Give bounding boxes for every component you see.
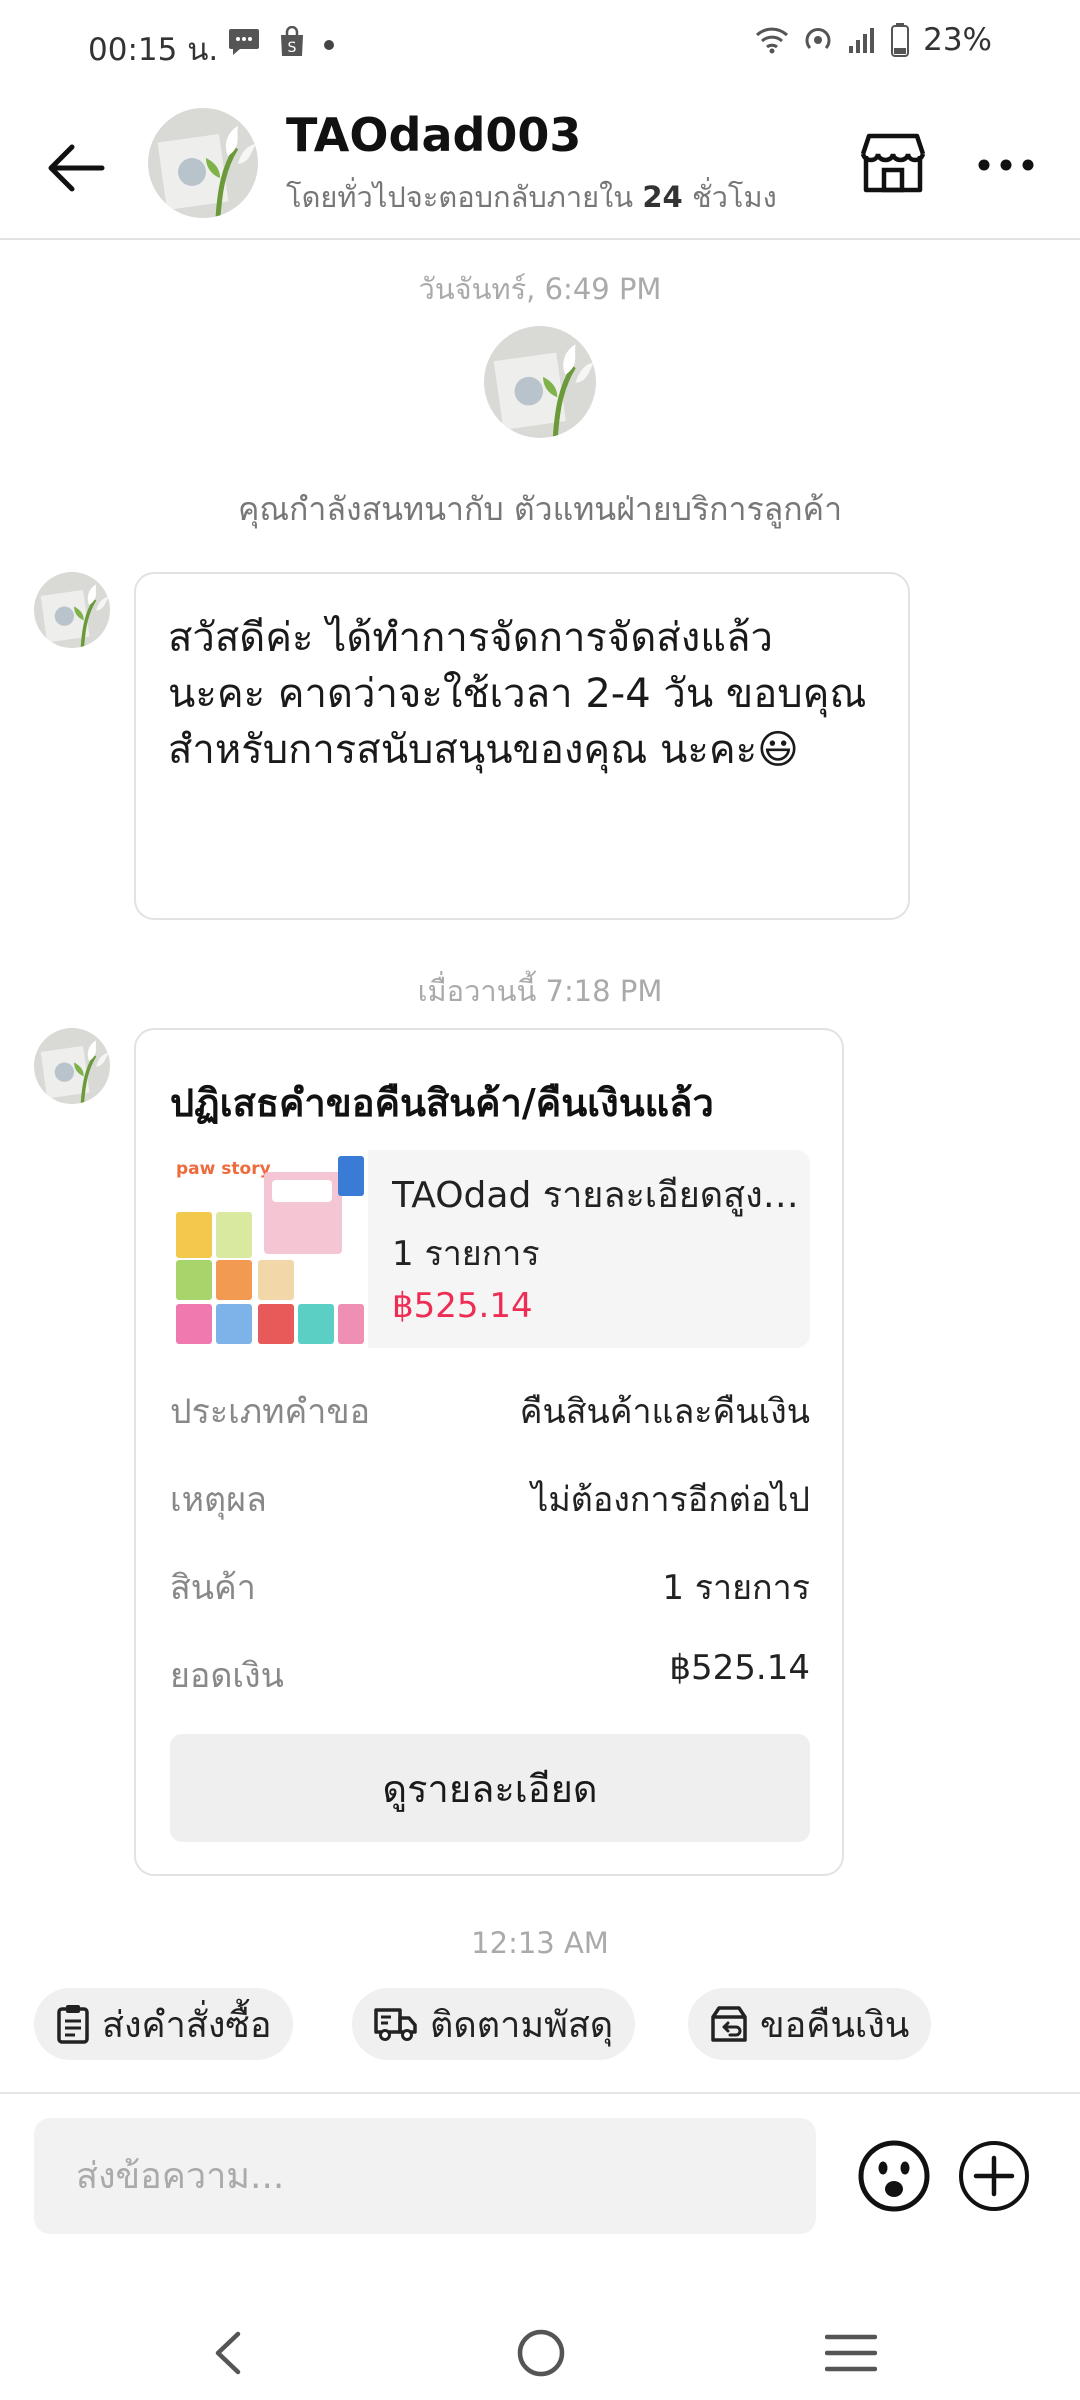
arrow-left-icon (48, 144, 105, 192)
nav-home-button[interactable] (496, 2318, 586, 2388)
avatar-photo (34, 1028, 110, 1104)
plus-icon (959, 2141, 1029, 2211)
row-label: ยอดเงิน (170, 1656, 284, 1696)
row-label: ประเภทคำขอ (170, 1392, 371, 1432)
battery-icon (891, 23, 910, 57)
system-nav-bar (0, 2300, 1080, 2400)
signal-icon (849, 28, 875, 53)
store-button[interactable] (858, 128, 928, 198)
row-label: เหตุผล (170, 1480, 267, 1520)
reply-time-prefix: โดยทั่วไปจะตอบกลับภายใน (286, 180, 634, 214)
message-notification-icon (229, 29, 259, 55)
product-price: ฿525.14 (392, 1286, 533, 1326)
truck-icon (374, 2008, 417, 2041)
chip-label: ติดตามพัสดุ (430, 2004, 614, 2046)
message-bubble[interactable]: สวัสดีค่ะ ได้ทำการจัดการจัดส่งแล้ว นะคะ … (134, 572, 910, 920)
avatar-photo (484, 326, 596, 438)
chevron-left-icon (215, 2331, 241, 2375)
shop-avatar[interactable] (148, 108, 258, 218)
status-right: 23% (755, 22, 992, 58)
view-details-button[interactable]: ดูรายละเอียด (170, 1734, 810, 1842)
battery-percent: 23% (923, 22, 992, 58)
store-icon (860, 133, 926, 193)
track-parcel-chip[interactable]: ติดตามพัสดุ (352, 1988, 636, 2060)
home-circle-icon (517, 2329, 565, 2377)
clipboard-icon (57, 2005, 89, 2044)
back-button[interactable] (36, 128, 116, 208)
sender-avatar[interactable] (34, 1028, 110, 1104)
message-timestamp: 12:13 AM (471, 1926, 609, 1960)
row-value: ไม่ต้องการอีกต่อไป (531, 1480, 810, 1520)
status-time: 00:15 น. (88, 32, 219, 68)
chat-header: TAOdad003 โดยทั่วไปจะตอบกลับภายใน 24 ชั่… (0, 90, 1080, 240)
more-notifications-dot (324, 40, 334, 50)
row-value: คืนสินค้าและคืนเงิน (519, 1392, 810, 1432)
amount-row: ยอดเงิน ฿525.14 (170, 1648, 810, 1698)
hotspot-icon (805, 28, 831, 50)
product-brand-text: paw story (176, 1159, 271, 1179)
nav-back-button[interactable] (182, 2318, 272, 2388)
reason-row: เหตุผล ไม่ต้องการอีกต่อไป (170, 1472, 810, 1522)
reply-time-suffix: ชั่วโมง (691, 180, 777, 214)
refund-rejected-card: ปฏิเสธคำขอคืนสินค้า/คืนเงินแล้ว paw stor… (134, 1028, 844, 1876)
wifi-icon (756, 27, 789, 54)
emoji-button[interactable] (856, 2138, 932, 2214)
product-summary[interactable]: paw story TAOdad รายละเอียดสูง ... 1 ราย… (170, 1150, 810, 1348)
status-bar: 00:15 น. S 23% (0, 0, 1080, 90)
row-value: 1 รายการ (662, 1568, 810, 1608)
shopping-bag-notification-icon: S (281, 26, 303, 56)
product-name: TAOdad รายละเอียดสูง ... (392, 1175, 802, 1216)
items-row: สินค้า 1 รายการ (170, 1560, 810, 1610)
more-options-button[interactable] (966, 130, 1046, 200)
nav-recents-button[interactable] (806, 2318, 896, 2388)
request-refund-chip[interactable]: ขอคืนเงิน (688, 1988, 932, 2060)
row-label: สินค้า (170, 1568, 256, 1608)
menu-lines-icon (825, 2334, 877, 2372)
attach-button[interactable] (956, 2138, 1032, 2214)
message-timestamp: เมื่อวานนี้ 7:18 PM (417, 974, 663, 1008)
reply-time-note: โดยทั่วไปจะตอบกลับภายใน 24 ชั่วโมง (286, 174, 777, 220)
message-text: สวัสดีค่ะ ได้ทำการจัดการจัดส่งแล้ว นะคะ … (168, 615, 867, 773)
card-title: ปฏิเสธคำขอคืนสินค้า/คืนเงินแล้ว (170, 1081, 714, 1125)
chat-intro-text: คุณกำลังสนทนากับ ตัวแทนฝ่ายบริการลูกค้า (237, 490, 843, 528)
avatar-photo (34, 572, 110, 648)
notification-icons: S (228, 26, 334, 58)
product-quantity: 1 รายการ (392, 1234, 540, 1274)
refund-box-icon (711, 2006, 747, 2042)
row-value: ฿525.14 (669, 1648, 810, 1688)
chip-label: ขอคืนเงิน (760, 2004, 910, 2046)
agent-avatar (484, 326, 596, 438)
request-type-row: ประเภทคำขอ คืนสินค้าและคืนเงิน (170, 1384, 810, 1434)
svg-text:S: S (288, 40, 297, 56)
more-horizontal-icon (978, 159, 1034, 171)
chip-label: ส่งคำสั่งซื้อ (102, 2004, 272, 2046)
avatar-photo (148, 108, 258, 218)
send-order-chip[interactable]: ส่งคำสั่งซื้อ (34, 1988, 294, 2060)
reply-time-hours: 24 (642, 180, 683, 214)
message-input[interactable] (34, 2118, 816, 2234)
message-timestamp: วันจันทร์, 6:49 PM (418, 272, 662, 306)
message-composer (0, 2092, 1080, 2252)
product-image: paw story (170, 1150, 368, 1348)
product-photo: paw story (170, 1150, 368, 1348)
shop-name: TAOdad003 (286, 108, 582, 162)
sender-avatar[interactable] (34, 572, 110, 648)
emoji-icon (858, 2140, 930, 2212)
